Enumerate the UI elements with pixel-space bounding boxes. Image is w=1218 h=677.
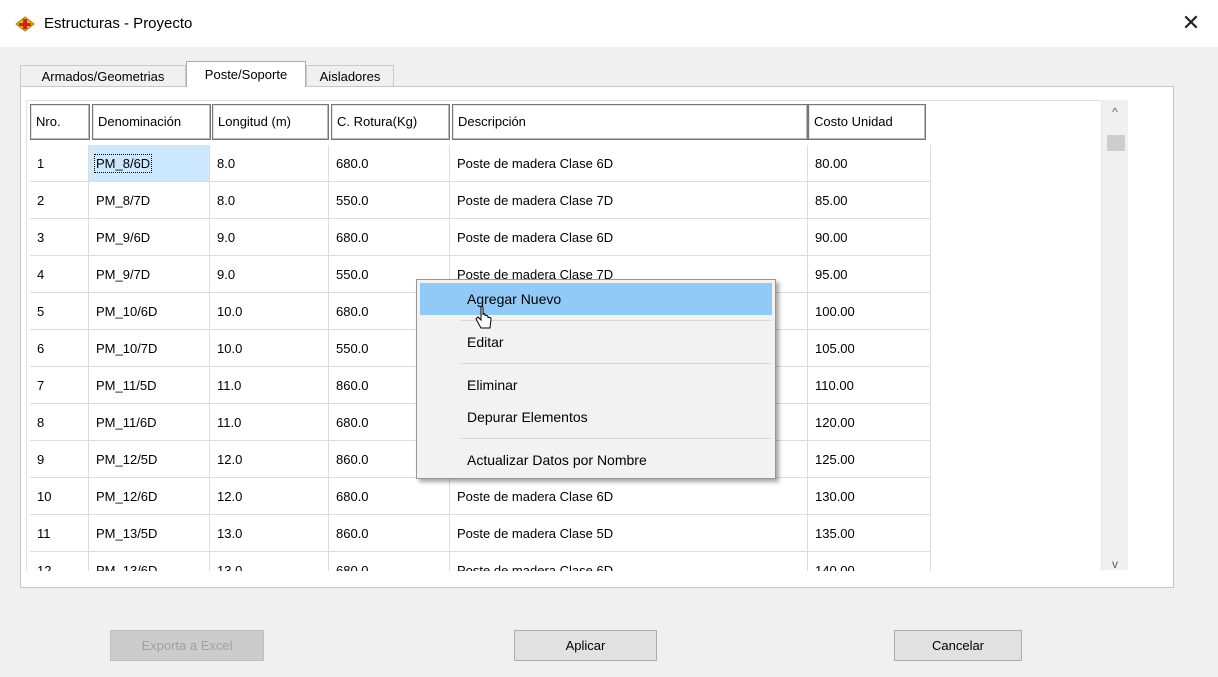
context-menu: Agregar Nuevo Editar Eliminar Depurar El… [416, 279, 776, 479]
cell-costo[interactable]: 85.00 [808, 182, 931, 219]
title-bar: Estructuras - Proyecto ✕ [0, 0, 1218, 47]
window-title: Estructuras - Proyecto [44, 15, 193, 32]
menu-item-editar[interactable]: Editar [420, 326, 772, 358]
table-row[interactable]: 11 PM_13/5D 13.0 860.0 Poste de madera Clase… [27, 515, 931, 552]
tab-poste-soporte[interactable]: Poste/Soporte [186, 61, 306, 87]
menu-separator [461, 438, 771, 439]
cancel-button[interactable]: Cancelar [894, 630, 1022, 661]
cell-costo[interactable]: 105.00 [808, 330, 931, 367]
cell-longitud[interactable]: 10.0 [210, 330, 329, 367]
cell-denominacion[interactable]: PM_9/6D [89, 219, 210, 256]
cell-nro[interactable]: 6 [30, 330, 89, 367]
cell-descripcion[interactable]: Poste de madera Clase 6D [450, 219, 808, 256]
menu-item-depurar-elementos[interactable]: Depurar Elementos [420, 401, 772, 433]
cell-nro[interactable]: 2 [30, 182, 89, 219]
cell-descripcion[interactable]: Poste de madera Clase 5D [450, 515, 808, 552]
cell-rotura[interactable]: 680.0 [329, 145, 450, 182]
cell-costo[interactable]: 120.00 [808, 404, 931, 441]
cell-costo[interactable]: 100.00 [808, 293, 931, 330]
cell-costo[interactable]: 80.00 [808, 145, 931, 182]
cell-denominacion[interactable]: PM_10/7D [89, 330, 210, 367]
cell-longitud[interactable]: 9.0 [210, 256, 329, 293]
app-logo-icon [15, 16, 35, 32]
menu-separator [461, 320, 771, 321]
cell-nro[interactable]: 4 [30, 256, 89, 293]
cell-denominacion[interactable]: PM_10/6D [89, 293, 210, 330]
vertical-scrollbar[interactable]: ^ v [1101, 100, 1128, 571]
cell-denominacion[interactable]: PM_11/6D [89, 404, 210, 441]
table-row[interactable]: 12 PM_13/6D 13.0 680.0 Poste de madera Clase… [27, 552, 931, 571]
cell-denominacion[interactable]: PM_8/7D [89, 182, 210, 219]
table-row[interactable]: 3 PM_9/6D 9.0 680.0 Poste de madera Clase 6D… [27, 219, 931, 256]
column-header-descripcion[interactable]: Descripción [452, 104, 808, 140]
menu-item-actualizar-datos[interactable]: Actualizar Datos por Nombre [420, 444, 772, 476]
cell-costo[interactable]: 130.00 [808, 478, 931, 515]
cell-descripcion[interactable]: Poste de madera Clase 6D [450, 552, 808, 571]
cell-descripcion[interactable]: Poste de madera Clase 6D [450, 145, 808, 182]
cell-costo[interactable]: 110.00 [808, 367, 931, 404]
cell-costo[interactable]: 125.00 [808, 441, 931, 478]
cell-denominacion[interactable]: PM_8/6D [89, 145, 210, 182]
cell-nro[interactable]: 3 [30, 219, 89, 256]
selected-cell-text: PM_8/6D [93, 154, 153, 173]
column-header-rotura[interactable]: C. Rotura(Kg) [331, 104, 450, 140]
cell-longitud[interactable]: 8.0 [210, 145, 329, 182]
cell-rotura[interactable]: 680.0 [329, 478, 450, 515]
cell-denominacion[interactable]: PM_11/5D [89, 367, 210, 404]
cell-longitud[interactable]: 11.0 [210, 367, 329, 404]
scroll-thumb[interactable] [1107, 135, 1125, 151]
tab-armados-geometrias[interactable]: Armados/Geometrias [20, 65, 186, 87]
cell-descripcion[interactable]: Poste de madera Clase 7D [450, 182, 808, 219]
column-header-nro[interactable]: Nro. [30, 104, 90, 140]
cell-descripcion[interactable]: Poste de madera Clase 6D [450, 478, 808, 515]
menu-separator [461, 363, 771, 364]
table-row[interactable]: 10 PM_12/6D 12.0 680.0 Poste de madera Clase… [27, 478, 931, 515]
cell-costo[interactable]: 90.00 [808, 219, 931, 256]
column-header-costo[interactable]: Costo Unidad [808, 104, 926, 140]
tab-aisladores[interactable]: Aisladores [306, 65, 394, 87]
cell-nro[interactable]: 11 [30, 515, 89, 552]
cell-denominacion[interactable]: PM_12/6D [89, 478, 210, 515]
cell-longitud[interactable]: 11.0 [210, 404, 329, 441]
cell-longitud[interactable]: 10.0 [210, 293, 329, 330]
cell-costo[interactable]: 95.00 [808, 256, 931, 293]
cell-nro[interactable]: 1 [30, 145, 89, 182]
cell-rotura[interactable]: 860.0 [329, 515, 450, 552]
mouse-pointer-icon [475, 306, 492, 329]
cell-rotura[interactable]: 680.0 [329, 219, 450, 256]
cell-costo[interactable]: 140.00 [808, 552, 931, 571]
column-header-longitud[interactable]: Longitud (m) [212, 104, 329, 140]
cell-longitud[interactable]: 12.0 [210, 441, 329, 478]
cell-longitud[interactable]: 8.0 [210, 182, 329, 219]
column-header-denominacion[interactable]: Denominación [92, 104, 211, 140]
scroll-down-icon[interactable]: v [1102, 554, 1128, 574]
close-button[interactable]: ✕ [1176, 9, 1206, 37]
cell-nro[interactable]: 7 [30, 367, 89, 404]
cell-denominacion[interactable]: PM_9/7D [89, 256, 210, 293]
cell-longitud[interactable]: 13.0 [210, 515, 329, 552]
scroll-up-icon[interactable]: ^ [1102, 102, 1128, 122]
cell-longitud[interactable]: 12.0 [210, 478, 329, 515]
cell-nro[interactable]: 5 [30, 293, 89, 330]
cell-denominacion[interactable]: PM_13/5D [89, 515, 210, 552]
cell-nro[interactable]: 10 [30, 478, 89, 515]
apply-button[interactable]: Aplicar [514, 630, 657, 661]
cell-longitud[interactable]: 13.0 [210, 552, 329, 571]
table-row[interactable]: 2 PM_8/7D 8.0 550.0 Poste de madera Clase 7D… [27, 182, 931, 219]
menu-item-eliminar[interactable]: Eliminar [420, 369, 772, 401]
export-excel-button[interactable]: Exporta a Excel [110, 630, 264, 661]
cell-nro[interactable]: 8 [30, 404, 89, 441]
menu-item-agregar-nuevo[interactable]: Agregar Nuevo [420, 283, 772, 315]
cell-nro[interactable]: 9 [30, 441, 89, 478]
cell-denominacion[interactable]: PM_13/6D [89, 552, 210, 571]
cell-longitud[interactable]: 9.0 [210, 219, 329, 256]
cell-nro[interactable]: 12 [30, 552, 89, 571]
cell-denominacion[interactable]: PM_12/5D [89, 441, 210, 478]
cell-rotura[interactable]: 550.0 [329, 182, 450, 219]
table-row[interactable]: 1 PM_8/6D 8.0 680.0 Poste de madera Clase 6D… [27, 145, 931, 182]
cell-rotura[interactable]: 680.0 [329, 552, 450, 571]
cell-costo[interactable]: 135.00 [808, 515, 931, 552]
